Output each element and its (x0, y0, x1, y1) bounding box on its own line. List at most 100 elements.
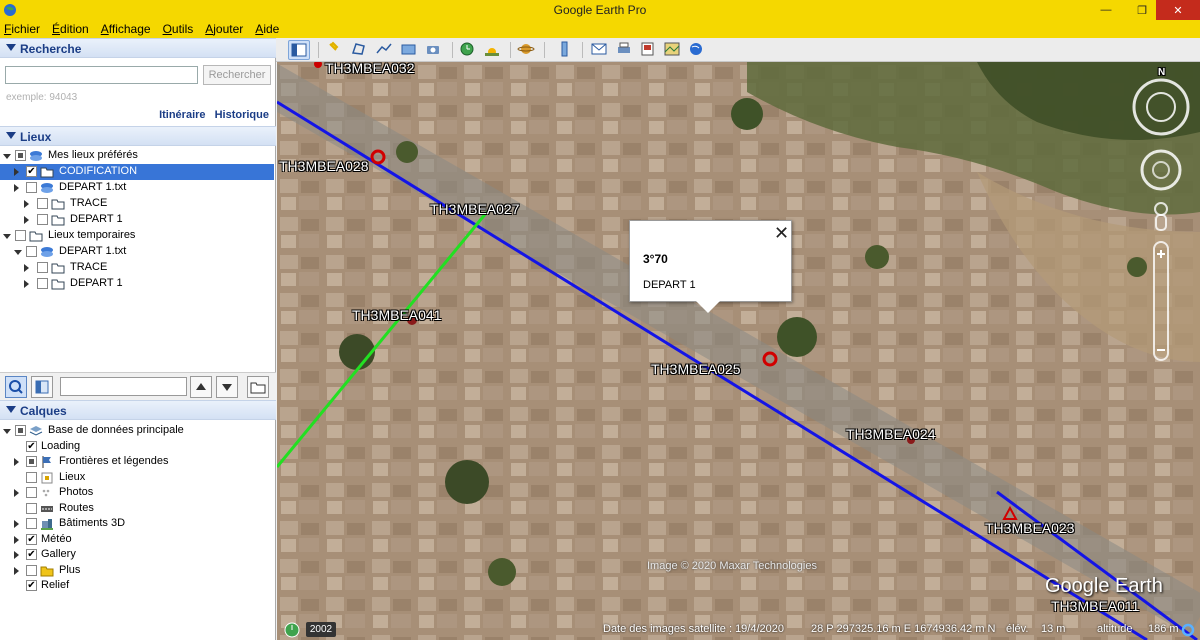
layer-frontieres[interactable]: Frontières et légendes (0, 454, 274, 470)
expand-icon[interactable] (14, 458, 19, 466)
email-button[interactable] (589, 40, 611, 60)
itineraire-link[interactable]: Itinéraire (159, 109, 205, 121)
layer-relief[interactable]: ✔ Relief (0, 578, 274, 594)
move-up-button[interactable] (190, 376, 212, 398)
placemark-label[interactable]: TH3MBEA025 (651, 361, 740, 377)
historical-imagery-button[interactable] (457, 40, 479, 60)
layer-meteo[interactable]: ✔ Météo (0, 532, 274, 548)
menu-edition[interactable]: Édition (52, 22, 89, 36)
expand-icon[interactable] (14, 566, 19, 575)
checkbox[interactable] (26, 564, 37, 576)
imagery-year[interactable]: 2002 (306, 622, 336, 637)
checkbox[interactable] (26, 502, 37, 514)
tree-item-depart-txt[interactable]: DEPART 1.txt (0, 180, 274, 196)
expand-icon[interactable] (14, 489, 19, 497)
sidebar-toggle-button[interactable] (288, 40, 310, 60)
layer-plus[interactable]: Plus (0, 563, 274, 579)
checkbox[interactable]: ✔ (26, 549, 37, 560)
places-panel-header[interactable]: Lieux (0, 126, 276, 146)
tree-item-depart1[interactable]: DEPART 1 (0, 212, 274, 228)
layer-base-de-donnees[interactable]: Base de données principale (0, 423, 274, 439)
popup-close-icon[interactable]: ✕ (774, 223, 789, 244)
open-folder-button[interactable] (247, 376, 269, 398)
tree-item-trace[interactable]: TRACE (0, 196, 274, 212)
tree-item-depart-txt-temp[interactable]: DEPART 1.txt (0, 244, 274, 260)
checkbox[interactable] (26, 456, 37, 467)
layer-batiments-3d[interactable]: Bâtiments 3D (0, 516, 274, 532)
tree-item-lieux-temporaires[interactable]: Lieux temporaires (0, 228, 274, 244)
placemark-label[interactable]: TH3MBEA041 (352, 307, 441, 323)
checkbox[interactable]: ✔ (26, 166, 37, 177)
expand-icon[interactable] (3, 154, 11, 159)
layer-gallery[interactable]: ✔ Gallery (0, 547, 274, 563)
sunlight-button[interactable] (482, 40, 504, 60)
checkbox[interactable] (26, 182, 37, 193)
search-input[interactable] (5, 66, 198, 84)
save-image-button[interactable] (638, 40, 660, 60)
add-overlay-button[interactable] (399, 40, 421, 60)
expand-icon[interactable] (14, 551, 19, 559)
checkbox[interactable] (15, 230, 26, 241)
search-panel-header[interactable]: Recherche (0, 38, 276, 58)
placemark-label[interactable]: TH3MBEA027 (430, 201, 519, 217)
add-placemark-button[interactable] (324, 40, 346, 60)
layers-panel-header[interactable]: Calques (0, 400, 276, 420)
maximize-button[interactable]: ❐ (1126, 0, 1158, 20)
expand-icon[interactable] (24, 280, 29, 288)
menu-outils[interactable]: Outils (163, 22, 194, 36)
checkbox[interactable] (26, 518, 37, 529)
menu-fichier[interactable]: Fichier (4, 22, 40, 36)
checkbox[interactable] (26, 246, 37, 257)
search-places-button[interactable] (5, 376, 27, 398)
checkbox[interactable] (37, 214, 48, 225)
expand-icon[interactable] (14, 520, 19, 528)
expand-icon[interactable] (14, 250, 22, 255)
checkbox[interactable] (37, 198, 48, 209)
layer-loading[interactable]: ✔ Loading (0, 439, 274, 455)
placemark-label[interactable]: TH3MBEA023 (985, 520, 1074, 536)
checkbox[interactable] (15, 150, 26, 161)
add-polygon-button[interactable] (349, 40, 371, 60)
view-in-maps-button[interactable] (662, 40, 684, 60)
close-button[interactable]: ✕ (1156, 0, 1200, 20)
add-path-button[interactable] (374, 40, 396, 60)
placemark-label[interactable]: TH3MBEA032 (325, 62, 414, 76)
checkbox[interactable]: ✔ (26, 440, 37, 452)
map-view[interactable]: N TH3MBEA032 TH3MBEA028 TH3MBEA027 TH3MB… (277, 62, 1200, 640)
clock-globe-icon[interactable] (283, 621, 301, 639)
expand-icon[interactable] (14, 184, 19, 192)
ruler-button[interactable] (554, 40, 576, 60)
menu-ajouter[interactable]: Ajouter (205, 22, 243, 36)
panel-toggle-button[interactable] (31, 376, 53, 398)
minimize-button[interactable]: — (1090, 0, 1122, 20)
move-down-button[interactable] (216, 376, 238, 398)
checkbox[interactable]: ✔ (26, 533, 37, 545)
earth-gallery-button[interactable] (686, 40, 708, 60)
print-button[interactable] (614, 40, 636, 60)
layer-routes[interactable]: Routes (0, 501, 274, 517)
expand-icon[interactable] (24, 216, 29, 224)
placemark-label[interactable]: TH3MBEA024 (846, 426, 935, 442)
checkbox[interactable] (15, 425, 26, 436)
checkbox[interactable] (26, 471, 37, 483)
layer-photos[interactable]: Photos (0, 485, 274, 501)
tree-item-codification[interactable]: ✔ CODIFICATION (0, 164, 274, 180)
expand-icon[interactable] (3, 429, 11, 434)
tree-item-depart1-temp[interactable]: DEPART 1 (0, 276, 274, 292)
expand-icon[interactable] (24, 200, 29, 208)
tree-item-trace-temp[interactable]: TRACE (0, 260, 274, 276)
checkbox[interactable] (37, 262, 48, 273)
checkbox[interactable] (26, 487, 37, 498)
placemark-label[interactable]: TH3MBEA028 (279, 158, 368, 174)
checkbox[interactable] (37, 278, 48, 289)
placemark-label[interactable]: TH3MBEA011 (1051, 598, 1139, 614)
search-button[interactable]: Rechercher (203, 65, 271, 85)
record-tour-button[interactable] (424, 40, 446, 60)
expand-icon[interactable] (14, 168, 19, 176)
layer-lieux[interactable]: Lieux (0, 470, 274, 486)
tree-item-mes-lieux[interactable]: Mes lieux préférés (0, 148, 274, 164)
expand-icon[interactable] (24, 264, 29, 272)
expand-icon[interactable] (14, 535, 19, 544)
historique-link[interactable]: Historique (215, 109, 269, 121)
places-filter-input[interactable] (60, 377, 187, 396)
